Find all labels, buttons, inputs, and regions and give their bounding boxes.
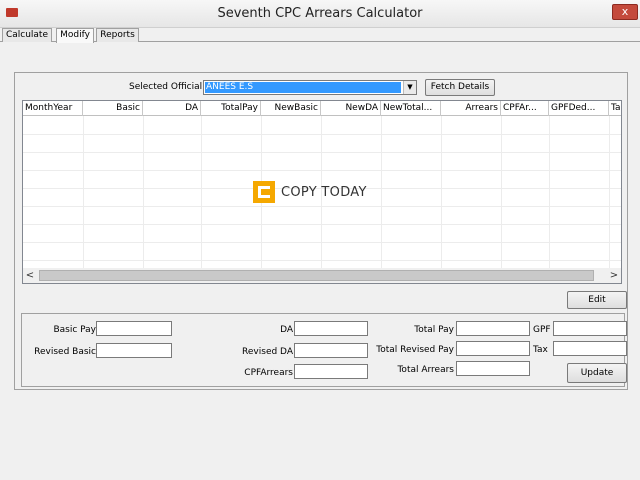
total-arrears-label: Total Arrears xyxy=(397,365,454,375)
total-pay-label: Total Pay xyxy=(414,325,454,335)
scroll-right-icon[interactable]: > xyxy=(607,268,621,283)
col-header-newda[interactable]: NewDA xyxy=(321,101,381,116)
gpf-label: GPF xyxy=(533,325,551,335)
watermark-text: COPY TODAY xyxy=(281,185,367,200)
scroll-thumb[interactable] xyxy=(39,270,594,281)
da-label: DA xyxy=(280,325,293,335)
close-button[interactable]: x xyxy=(612,4,638,20)
details-form: Basic Pay Revised Basic DA Revised DA CP… xyxy=(21,313,627,387)
official-select-value: ANEES E.S xyxy=(205,82,401,93)
window-title: Seventh CPC Arrears Calculator xyxy=(217,6,423,21)
revised-da-field[interactable] xyxy=(294,343,368,358)
arrears-grid[interactable]: MonthYear Basic DA TotalPay NewBasic New… xyxy=(22,100,622,284)
copy-today-logo-icon xyxy=(253,181,275,203)
grid-line xyxy=(381,116,382,268)
grid-line xyxy=(441,116,442,268)
grid-line xyxy=(23,224,621,225)
tab-modify[interactable]: Modify xyxy=(56,28,94,43)
col-header-tax[interactable]: Ta xyxy=(609,101,621,116)
col-header-newbasic[interactable]: NewBasic xyxy=(261,101,321,116)
grid-line xyxy=(143,116,144,268)
grid-line xyxy=(23,206,621,207)
modify-panel: Selected Official ANEES E.S ▼ Fetch Deta… xyxy=(14,72,628,390)
col-header-cpfarrears[interactable]: CPFAr... xyxy=(501,101,549,116)
grid-line xyxy=(23,170,621,171)
grid-line xyxy=(23,260,621,261)
grid-line xyxy=(609,116,610,268)
col-header-da[interactable]: DA xyxy=(143,101,201,116)
scroll-left-icon[interactable]: < xyxy=(23,268,37,283)
revised-basic-field[interactable] xyxy=(96,343,172,358)
update-button[interactable]: Update xyxy=(567,363,627,383)
official-select[interactable]: ANEES E.S ▼ xyxy=(203,80,417,95)
col-header-newtotal[interactable]: NewTotal... xyxy=(381,101,441,116)
total-revised-pay-label: Total Revised Pay xyxy=(376,345,454,355)
tab-strip: Calculate Modify Reports xyxy=(0,28,640,43)
grid-header: MonthYear Basic DA TotalPay NewBasic New… xyxy=(23,101,621,116)
horizontal-scrollbar[interactable]: < > xyxy=(23,268,621,283)
revised-basic-label: Revised Basic xyxy=(34,347,96,357)
col-header-monthyear[interactable]: MonthYear xyxy=(23,101,83,116)
revised-da-label: Revised DA xyxy=(242,347,293,357)
edit-button[interactable]: Edit xyxy=(567,291,627,309)
col-header-gpfded[interactable]: GPFDed... xyxy=(549,101,609,116)
cpf-arrears-label: CPFArrears xyxy=(244,368,293,378)
grid-line xyxy=(23,152,621,153)
total-arrears-field[interactable] xyxy=(456,361,530,376)
fetch-details-button[interactable]: Fetch Details xyxy=(425,79,495,96)
selected-official-label: Selected Official xyxy=(129,82,203,92)
cpf-arrears-field[interactable] xyxy=(294,364,368,379)
grid-line xyxy=(23,242,621,243)
tax-label: Tax xyxy=(533,345,548,355)
title-bar: Seventh CPC Arrears Calculator x xyxy=(0,0,640,28)
grid-line xyxy=(83,116,84,268)
da-field[interactable] xyxy=(294,321,368,336)
tax-field[interactable] xyxy=(553,341,627,356)
chevron-down-icon[interactable]: ▼ xyxy=(403,81,416,94)
gpf-field[interactable] xyxy=(553,321,627,336)
col-header-basic[interactable]: Basic xyxy=(83,101,143,116)
col-header-totalpay[interactable]: TotalPay xyxy=(201,101,261,116)
total-pay-field[interactable] xyxy=(456,321,530,336)
total-revised-pay-field[interactable] xyxy=(456,341,530,356)
grid-line xyxy=(501,116,502,268)
grid-line xyxy=(201,116,202,268)
grid-line xyxy=(549,116,550,268)
basic-pay-field[interactable] xyxy=(96,321,172,336)
grid-line xyxy=(23,134,621,135)
basic-pay-label: Basic Pay xyxy=(53,325,96,335)
col-header-arrears[interactable]: Arrears xyxy=(441,101,501,116)
tab-calculate[interactable]: Calculate xyxy=(2,28,52,42)
tab-reports[interactable]: Reports xyxy=(96,28,139,42)
